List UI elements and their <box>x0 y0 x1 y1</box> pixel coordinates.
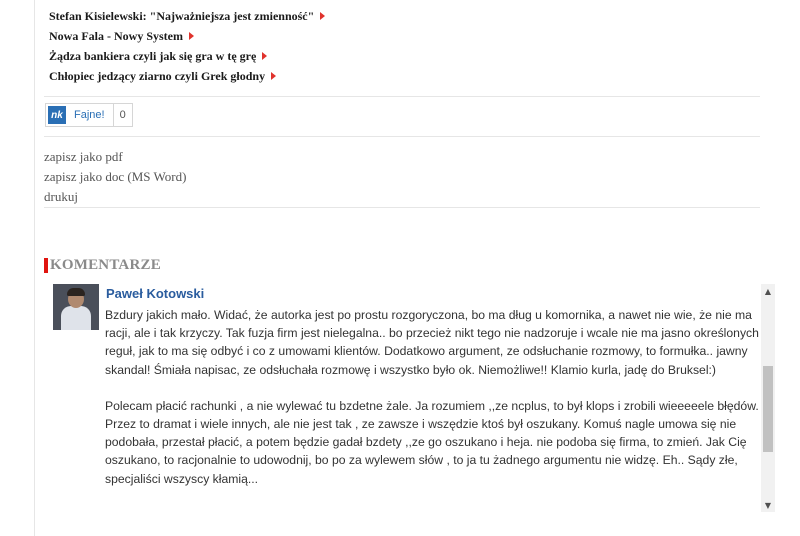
related-article-link[interactable]: Stefan Kisielewski: "Najważniejsza jest … <box>49 6 326 26</box>
comment-paragraph: Polecam płacić rachunki , a nie wylewać … <box>105 398 759 486</box>
nk-logo-icon: nk <box>48 106 66 124</box>
comments-heading: KOMENTARZE <box>44 257 161 274</box>
arrow-right-icon <box>271 72 277 80</box>
nk-like-button[interactable]: Fajne! <box>66 109 113 121</box>
related-article-link[interactable]: Chłopiec jedzący ziarno czyli Grek głodn… <box>49 66 325 86</box>
avatar[interactable] <box>53 284 99 330</box>
save-pdf-link[interactable]: zapisz jako pdf <box>44 147 186 167</box>
related-article-link[interactable]: Żądza bankiera czyli jak się gra w tę gr… <box>49 46 325 66</box>
related-article-link[interactable]: Nowa Fala - Nowy System <box>49 26 325 46</box>
arrow-right-icon <box>320 12 326 20</box>
nk-like-count: 0 <box>112 104 132 126</box>
related-articles-list: Stefan Kisielewski: "Najważniejsza jest … <box>49 6 326 86</box>
divider <box>44 207 760 208</box>
comments-scrollbar[interactable]: ▲ ▼ <box>761 284 775 512</box>
scroll-up-icon[interactable]: ▲ <box>761 284 775 298</box>
comment-text: Bzdury jakich mało. Widać, że autorka je… <box>105 306 765 506</box>
nk-like-widget[interactable]: nk Fajne! 0 <box>45 103 133 127</box>
arrow-right-icon <box>189 32 194 40</box>
heading-accent-bar <box>44 258 48 273</box>
scrollbar-thumb[interactable] <box>763 366 773 452</box>
print-link[interactable]: drukuj <box>44 187 186 207</box>
divider <box>44 136 760 137</box>
scroll-down-icon[interactable]: ▼ <box>761 498 775 512</box>
article-actions: zapisz jako pdf zapisz jako doc (MS Word… <box>44 147 186 207</box>
arrow-right-icon <box>262 52 268 60</box>
divider <box>44 96 760 97</box>
comment-paragraph: Bzdury jakich mało. Widać, że autorka je… <box>105 308 759 377</box>
comment-author[interactable]: Paweł Kotowski <box>106 286 204 301</box>
save-doc-link[interactable]: zapisz jako doc (MS Word) <box>44 167 186 187</box>
comment-item: Paweł Kotowski Bzdury jakich mało. Widać… <box>53 284 775 512</box>
article-footer: Stefan Kisielewski: "Najważniejsza jest … <box>34 0 762 536</box>
